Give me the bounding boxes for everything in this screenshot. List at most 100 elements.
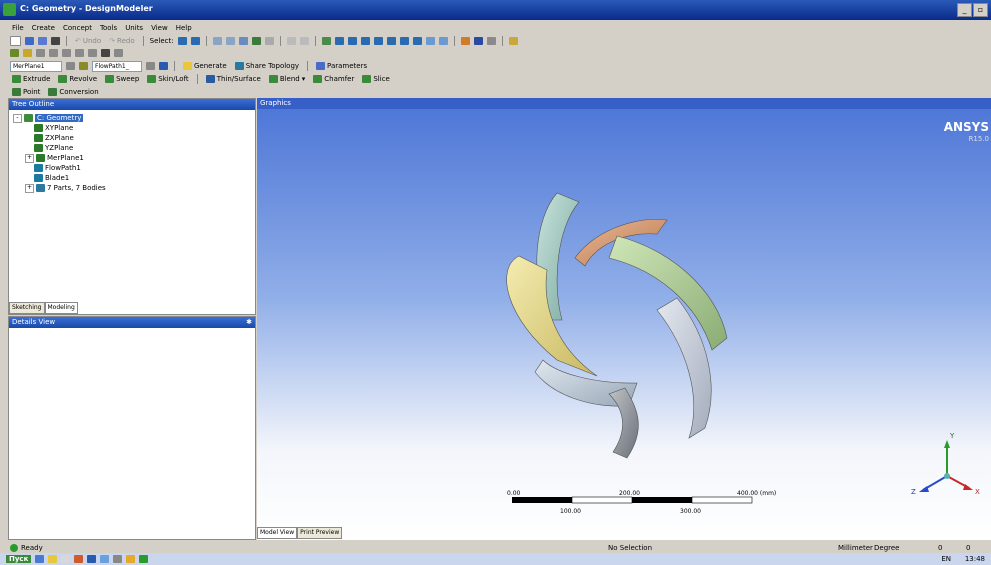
tab-print-preview[interactable]: Print Preview: [297, 527, 343, 539]
tab-sketching[interactable]: Sketching: [9, 302, 45, 314]
screenshot-icon[interactable]: [51, 37, 60, 45]
minimize-button[interactable]: _: [957, 3, 972, 17]
tree-expander-icon[interactable]: [25, 175, 32, 182]
reference-icon[interactable]: [114, 49, 123, 57]
tree-item[interactable]: FlowPath1: [13, 163, 255, 173]
plane-dropdown-icon[interactable]: [66, 62, 75, 70]
conversion-button[interactable]: Conversion: [46, 88, 100, 96]
tree-expander-icon[interactable]: [25, 135, 32, 142]
zoom-out-icon[interactable]: [412, 37, 422, 45]
display-model-icon[interactable]: [460, 37, 470, 45]
extrude-button[interactable]: Extrude: [10, 75, 52, 83]
taskbar-app-3-icon[interactable]: [61, 555, 71, 563]
pan-icon[interactable]: [334, 37, 344, 45]
menu-concept[interactable]: Concept: [63, 24, 92, 32]
select-filter-icon[interactable]: [190, 37, 200, 45]
tab-model-view[interactable]: Model View: [257, 527, 298, 539]
revolve-button[interactable]: Revolve: [56, 75, 99, 83]
select-faces-icon[interactable]: [238, 37, 248, 45]
plane-combo[interactable]: MerPlane1: [10, 60, 62, 72]
save-icon[interactable]: [25, 37, 34, 45]
menu-file[interactable]: File: [12, 24, 24, 32]
help-icon[interactable]: [508, 37, 518, 45]
rotate-icon[interactable]: [321, 37, 331, 45]
restore-button[interactable]: ▫: [973, 3, 988, 17]
save-as-icon[interactable]: [38, 37, 47, 45]
tree-item[interactable]: ZXPlane: [13, 133, 255, 143]
blade-green[interactable]: [608, 235, 728, 351]
tree-expander-icon[interactable]: +: [25, 153, 34, 163]
display-plane-icon[interactable]: [438, 37, 448, 45]
tree-item[interactable]: Blade1: [13, 173, 255, 183]
new-plane-icon[interactable]: [10, 49, 19, 57]
taskbar-ansys-icon[interactable]: [126, 555, 136, 563]
graphics-viewport[interactable]: Graphics ANSYS R15.0 Y X Z 0.00 200.00 4…: [257, 98, 991, 540]
zoom-previous-icon[interactable]: [286, 37, 296, 45]
tree-item[interactable]: XYPlane: [13, 123, 255, 133]
blade-dark[interactable]: [608, 387, 639, 459]
pin-icon[interactable]: ✱: [246, 317, 252, 328]
menu-create[interactable]: Create: [32, 24, 55, 32]
redo-button[interactable]: ↷ Redo: [107, 37, 136, 45]
undo-button[interactable]: ↶ Undo: [73, 37, 103, 45]
slice-button[interactable]: Slice: [360, 75, 392, 83]
taskbar-app-5-icon[interactable]: [87, 555, 97, 563]
taskbar-app-7-icon[interactable]: [113, 555, 123, 563]
select-points-icon[interactable]: [212, 37, 222, 45]
line-tool-icon[interactable]: [36, 49, 45, 57]
zoom-next-icon[interactable]: [299, 37, 309, 45]
zoom-icon[interactable]: [347, 37, 357, 45]
select-edges-icon[interactable]: [225, 37, 235, 45]
wand-icon[interactable]: [101, 49, 110, 57]
taskbar-app-6-icon[interactable]: [100, 555, 110, 563]
menu-view[interactable]: View: [151, 24, 168, 32]
look-at-icon[interactable]: [425, 37, 435, 45]
graphics-options-icon[interactable]: [486, 37, 496, 45]
tree-item[interactable]: +7 Parts, 7 Bodies: [13, 183, 255, 193]
tree-expander-icon[interactable]: [25, 165, 32, 172]
tree-expander-icon[interactable]: [25, 145, 32, 152]
taskbar-designmodeler-icon[interactable]: [139, 555, 149, 563]
taskbar-app-4-icon[interactable]: [74, 555, 84, 563]
tree-expander-icon[interactable]: -: [13, 113, 22, 123]
taskbar-app-2-icon[interactable]: [48, 555, 58, 563]
sketch-combo[interactable]: FlowPath1_: [92, 60, 142, 72]
select-bodies-icon[interactable]: [251, 37, 261, 45]
new-file-icon[interactable]: [10, 36, 21, 46]
face-tool-icon[interactable]: [75, 49, 84, 57]
tree-item[interactable]: YZPlane: [13, 143, 255, 153]
menu-units[interactable]: Units: [125, 24, 143, 32]
new-sketch-icon[interactable]: [23, 49, 32, 57]
tab-modeling[interactable]: Modeling: [44, 302, 78, 314]
chamfer-button[interactable]: Chamfer: [311, 75, 356, 83]
sketch-look-icon[interactable]: [159, 62, 168, 70]
tree-expander-icon[interactable]: [25, 125, 32, 132]
menu-tools[interactable]: Tools: [100, 24, 117, 32]
box-zoom-icon[interactable]: [360, 37, 370, 45]
new-sketch-button-icon[interactable]: [79, 62, 88, 70]
sketch-dropdown-icon[interactable]: [146, 62, 155, 70]
thin-surface-button[interactable]: Thin/Surface: [204, 75, 263, 83]
menu-help[interactable]: Help: [176, 24, 192, 32]
display-points-icon[interactable]: [473, 37, 483, 45]
start-button[interactable]: Пуск: [6, 555, 32, 563]
point-button[interactable]: Point: [10, 88, 42, 96]
tree-item[interactable]: - C: Geometry: [13, 113, 255, 123]
generate-button[interactable]: Generate: [181, 62, 229, 70]
share-topology-button[interactable]: Share Topology: [233, 62, 301, 70]
zoom-fit-icon[interactable]: [373, 37, 383, 45]
edge-tool-icon[interactable]: [62, 49, 71, 57]
tree-expander-icon[interactable]: +: [25, 183, 34, 193]
units-status[interactable]: Millimeter: [838, 544, 873, 552]
body-tool-icon[interactable]: [88, 49, 97, 57]
skin-loft-button[interactable]: Skin/Loft: [145, 75, 190, 83]
magnifier-icon[interactable]: [386, 37, 396, 45]
angle-status[interactable]: Degree: [874, 544, 899, 552]
taskbar-app-1-icon[interactable]: [35, 555, 45, 563]
extend-selection-icon[interactable]: [264, 37, 274, 45]
select-mode-icon[interactable]: [177, 37, 187, 45]
parameters-button[interactable]: Parameters: [314, 62, 369, 70]
tree-item[interactable]: + MerPlane1: [13, 153, 255, 163]
sweep-button[interactable]: Sweep: [103, 75, 141, 83]
point-tool-icon[interactable]: [49, 49, 58, 57]
